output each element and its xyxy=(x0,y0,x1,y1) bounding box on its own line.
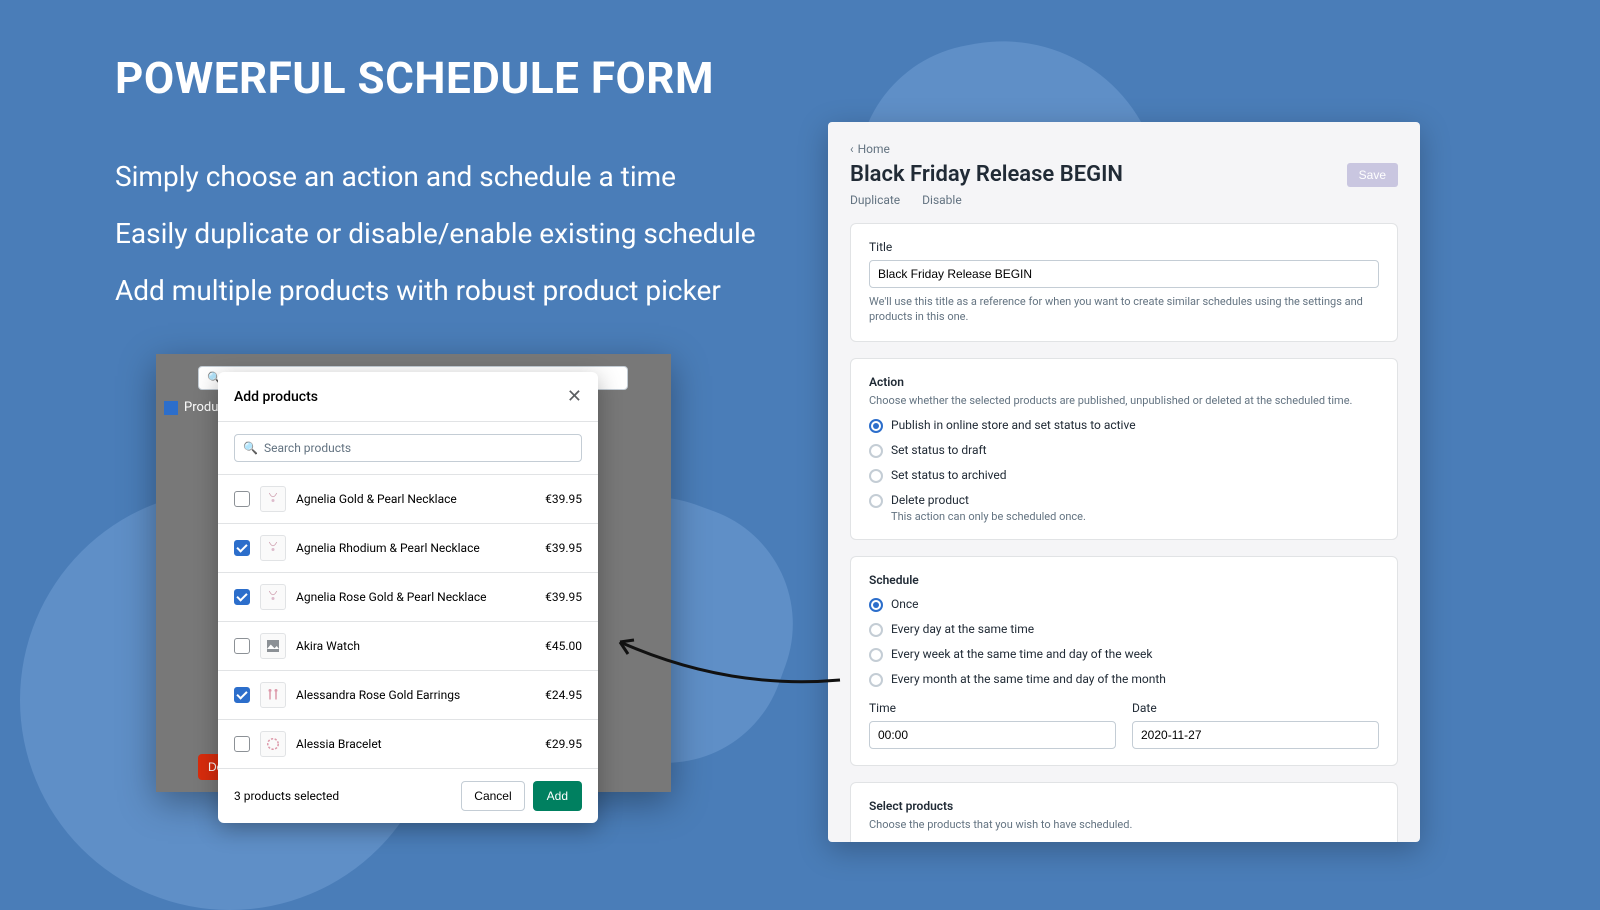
modal-title: Add products xyxy=(234,389,318,405)
product-thumb-icon xyxy=(260,731,286,757)
product-thumb-icon xyxy=(260,486,286,512)
selected-count: 3 products selected xyxy=(234,789,339,803)
radio-schedule-daily[interactable]: Every day at the same time xyxy=(869,622,1379,637)
hero-bullets: Simply choose an action and schedule a t… xyxy=(115,160,756,331)
product-name: Alessia Bracelet xyxy=(296,737,535,751)
product-price: €39.95 xyxy=(545,492,582,506)
action-help: Choose whether the selected products are… xyxy=(869,393,1379,408)
modal-search-placeholder: Search products xyxy=(264,441,351,455)
product-row[interactable]: Agnelia Rose Gold & Pearl Necklace €39.95 xyxy=(218,572,598,621)
add-products-modal: Add products ✕ 🔍 Search products Agnelia… xyxy=(218,372,598,823)
product-row[interactable]: Agnelia Rhodium & Pearl Necklace €39.95 xyxy=(218,523,598,572)
add-button[interactable]: Add xyxy=(533,781,582,811)
radio-label: Every day at the same time xyxy=(891,622,1034,636)
product-row[interactable]: Alessandra Rose Gold Earrings €24.95 xyxy=(218,670,598,719)
product-price: €39.95 xyxy=(545,590,582,604)
product-price: €29.95 xyxy=(545,737,582,751)
page-title: Black Friday Release BEGIN xyxy=(850,162,1123,187)
arrow-annotation xyxy=(608,630,848,690)
radio-action-publish[interactable]: Publish in online store and set status t… xyxy=(869,418,1379,433)
product-thumb-icon xyxy=(260,633,286,659)
radio-action-draft[interactable]: Set status to draft xyxy=(869,443,1379,458)
radio-schedule-once[interactable]: Once xyxy=(869,597,1379,612)
radio-action-delete[interactable]: Delete product xyxy=(869,493,1379,508)
radio-label: Every month at the same time and day of … xyxy=(891,672,1166,686)
product-list: Agnelia Gold & Pearl Necklace€39.95Agnel… xyxy=(218,474,598,768)
radio-label: Every week at the same time and day of t… xyxy=(891,647,1152,661)
time-input[interactable] xyxy=(869,721,1116,749)
modal-search-input[interactable]: 🔍 Search products xyxy=(234,434,582,462)
product-thumb-icon xyxy=(260,584,286,610)
checkbox[interactable] xyxy=(234,687,250,703)
home-label: Home xyxy=(858,142,890,156)
title-help: We'll use this title as a reference for … xyxy=(869,294,1379,325)
radio-icon xyxy=(869,673,883,687)
product-row[interactable]: Agnelia Gold & Pearl Necklace €39.95 xyxy=(218,474,598,523)
app-icon xyxy=(164,401,178,415)
disable-link[interactable]: Disable xyxy=(922,193,962,207)
date-input[interactable] xyxy=(1132,721,1379,749)
title-card: Title We'll use this title as a referenc… xyxy=(850,223,1398,342)
select-help: Choose the products that you wish to hav… xyxy=(869,817,1379,832)
cancel-button[interactable]: Cancel xyxy=(461,781,524,811)
radio-action-archived[interactable]: Set status to archived xyxy=(869,468,1379,483)
product-thumb-icon xyxy=(260,535,286,561)
radio-icon xyxy=(869,623,883,637)
radio-label: Set status to archived xyxy=(891,468,1007,482)
product-price: €45.00 xyxy=(545,639,582,653)
radio-icon xyxy=(869,469,883,483)
search-icon: 🔍 xyxy=(243,441,258,455)
select-heading: Select products xyxy=(869,799,1379,813)
hero-title: POWERFUL SCHEDULE FORM xyxy=(115,52,714,104)
select-products-card: Select products Choose the products that… xyxy=(850,782,1398,842)
schedule-heading: Schedule xyxy=(869,573,1379,587)
product-row[interactable]: Alessia Bracelet €29.95 xyxy=(218,719,598,768)
radio-schedule-monthly[interactable]: Every month at the same time and day of … xyxy=(869,672,1379,687)
radio-schedule-weekly[interactable]: Every week at the same time and day of t… xyxy=(869,647,1379,662)
home-link[interactable]: ‹ Home xyxy=(850,142,1398,156)
radio-label: Publish in online store and set status t… xyxy=(891,418,1136,432)
product-picker-screenshot: 🔍 Search Product De Add products ✕ 🔍 Sea… xyxy=(156,354,671,792)
product-price: €39.95 xyxy=(545,541,582,555)
product-name: Agnelia Rhodium & Pearl Necklace xyxy=(296,541,535,555)
date-label: Date xyxy=(1132,701,1379,715)
time-label: Time xyxy=(869,701,1116,715)
bullet: Simply choose an action and schedule a t… xyxy=(115,160,756,193)
schedule-card: Schedule Once Every day at the same time… xyxy=(850,556,1398,766)
radio-label: Set status to draft xyxy=(891,443,987,457)
schedule-form-panel: ‹ Home Black Friday Release BEGIN Save D… xyxy=(828,122,1420,842)
radio-icon xyxy=(869,648,883,662)
radio-label: Once xyxy=(891,597,919,611)
checkbox[interactable] xyxy=(234,491,250,507)
checkbox[interactable] xyxy=(234,736,250,752)
product-name: Alessandra Rose Gold Earrings xyxy=(296,688,535,702)
checkbox[interactable] xyxy=(234,540,250,556)
title-input[interactable] xyxy=(869,260,1379,288)
chevron-left-icon: ‹ xyxy=(850,142,854,156)
action-heading: Action xyxy=(869,375,1379,389)
close-icon[interactable]: ✕ xyxy=(567,386,582,407)
save-button[interactable]: Save xyxy=(1347,163,1398,187)
product-row[interactable]: Akira Watch €45.00 xyxy=(218,621,598,670)
bullet: Easily duplicate or disable/enable exist… xyxy=(115,217,756,250)
title-label: Title xyxy=(869,240,1379,254)
radio-label: Delete product xyxy=(891,493,969,507)
product-name: Agnelia Gold & Pearl Necklace xyxy=(296,492,535,506)
product-name: Akira Watch xyxy=(296,639,535,653)
radio-icon xyxy=(869,494,883,508)
delete-note: This action can only be scheduled once. xyxy=(891,510,1379,523)
radio-icon xyxy=(869,419,883,433)
bullet: Add multiple products with robust produc… xyxy=(115,274,756,307)
radio-icon xyxy=(869,444,883,458)
radio-icon xyxy=(869,598,883,612)
product-price: €24.95 xyxy=(545,688,582,702)
product-thumb-icon xyxy=(260,682,286,708)
duplicate-link[interactable]: Duplicate xyxy=(850,193,900,207)
checkbox[interactable] xyxy=(234,589,250,605)
product-name: Agnelia Rose Gold & Pearl Necklace xyxy=(296,590,535,604)
action-card: Action Choose whether the selected produ… xyxy=(850,358,1398,540)
checkbox[interactable] xyxy=(234,638,250,654)
